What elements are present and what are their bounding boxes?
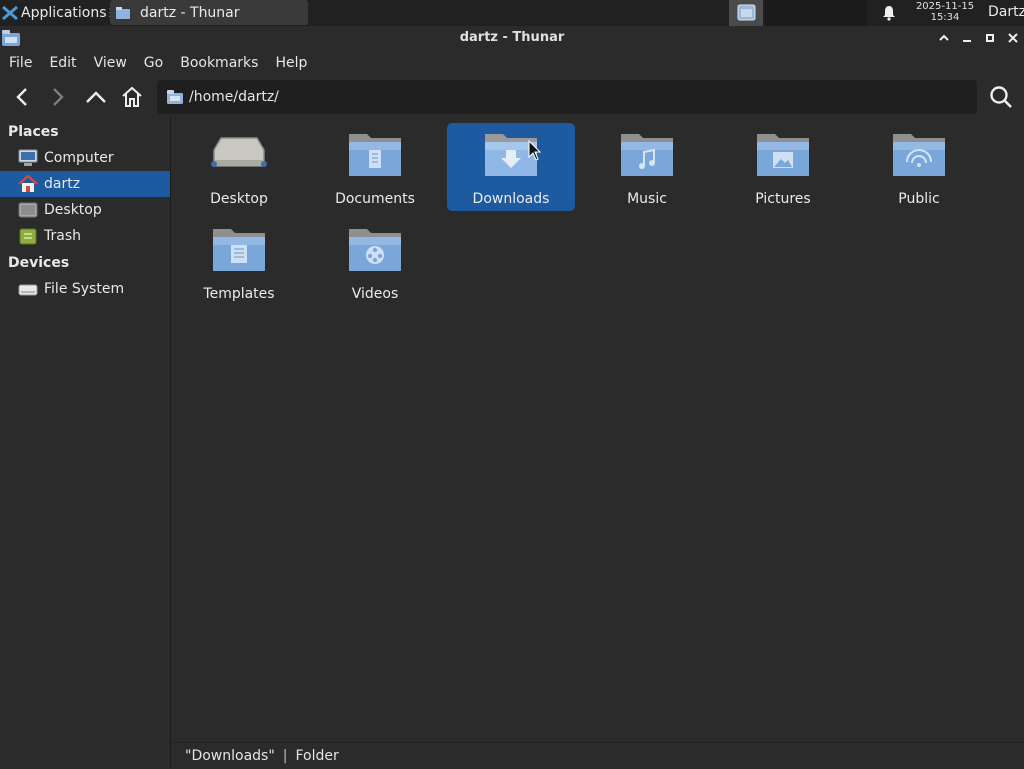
home-button[interactable] xyxy=(119,84,145,110)
sidebar-item-label: dartz xyxy=(44,176,81,192)
menu-help[interactable]: Help xyxy=(275,55,307,71)
sidebar-item-dartz[interactable]: dartz xyxy=(0,171,170,197)
parent-folder-button[interactable] xyxy=(83,84,109,110)
folder-item-public[interactable]: Public xyxy=(855,123,983,211)
home-icon xyxy=(18,175,38,193)
minimize-icon xyxy=(963,40,971,42)
sidebar-item-label: File System xyxy=(44,281,125,297)
folder-name: Templates xyxy=(203,286,275,302)
clock[interactable]: 2025-11-15 15:34 xyxy=(906,1,984,23)
menu-view[interactable]: View xyxy=(94,55,127,71)
location-bar[interactable]: /home/dartz/ xyxy=(157,80,977,114)
maximize-button[interactable] xyxy=(981,29,999,47)
applications-menu-button[interactable]: Applications ☰ xyxy=(0,0,119,26)
devices-header: Devices xyxy=(8,255,70,271)
drive-icon xyxy=(18,280,38,298)
sidebar: Places Computer dartz Desktop Trash Devi… xyxy=(0,117,171,768)
xfce-logo-icon xyxy=(2,5,18,21)
applications-label: Applications xyxy=(21,5,107,21)
toolbar: /home/dartz/ xyxy=(0,78,1024,116)
maximize-icon xyxy=(986,34,994,42)
close-icon xyxy=(1008,33,1018,43)
pictures-folder-icon xyxy=(757,134,809,176)
menu-file[interactable]: File xyxy=(9,55,32,71)
folder-item-music[interactable]: Music xyxy=(583,123,711,211)
menu-bookmarks[interactable]: Bookmarks xyxy=(180,55,258,71)
search-button[interactable] xyxy=(986,84,1016,110)
documents-folder-icon xyxy=(349,134,401,176)
back-button[interactable] xyxy=(9,84,35,110)
icon-view[interactable]: Desktop Documents Downloads Music Pictur… xyxy=(171,117,1024,742)
sidebar-item-label: Computer xyxy=(44,150,114,166)
folder-item-pictures[interactable]: Pictures xyxy=(719,123,847,211)
folder-icon xyxy=(167,90,183,104)
chevron-up-icon xyxy=(939,34,949,41)
desktop-folder-icon xyxy=(211,137,267,167)
search-icon xyxy=(990,86,1012,108)
workspace-4[interactable] xyxy=(833,0,867,26)
menu-go[interactable]: Go xyxy=(144,55,163,71)
sidebar-item-label: Desktop xyxy=(44,202,102,218)
sidebar-item-computer[interactable]: Computer xyxy=(0,145,170,171)
computer-icon xyxy=(18,149,38,167)
music-folder-icon xyxy=(621,134,673,176)
status-selection: "Downloads" xyxy=(185,748,275,764)
workspace-2[interactable] xyxy=(765,0,799,26)
status-bar: "Downloads" | Folder xyxy=(171,742,1024,769)
videos-folder-icon xyxy=(349,229,401,271)
folder-name: Pictures xyxy=(755,191,811,207)
folder-name: Music xyxy=(627,191,667,207)
taskbar-label: dartz - Thunar xyxy=(140,4,240,21)
clock-date: 2025-11-15 xyxy=(915,1,975,12)
folder-item-templates[interactable]: Templates xyxy=(175,218,303,306)
user-menu[interactable]: Dartz xyxy=(988,4,1024,20)
menu-bar: File Edit View Go Bookmarks Help xyxy=(0,51,1024,75)
folder-item-desktop[interactable]: Desktop xyxy=(175,123,303,211)
folder-name: Desktop xyxy=(210,191,268,207)
window-title: dartz - Thunar xyxy=(459,30,565,45)
status-type: Folder xyxy=(295,748,339,764)
sidebar-item-file-system[interactable]: File System xyxy=(0,276,170,302)
clock-time: 15:34 xyxy=(930,12,960,23)
folder-name: Downloads xyxy=(472,191,550,207)
public-folder-icon xyxy=(893,134,945,176)
folder-item-videos[interactable]: Videos xyxy=(311,218,439,306)
folder-item-documents[interactable]: Documents xyxy=(311,123,439,211)
home-icon xyxy=(122,86,142,107)
sidebar-item-desktop[interactable]: Desktop xyxy=(0,197,170,223)
minimize-button[interactable] xyxy=(958,29,976,47)
window-titlebar[interactable]: dartz - Thunar xyxy=(0,26,1024,50)
menu-edit[interactable]: Edit xyxy=(49,55,76,71)
location-path: /home/dartz/ xyxy=(189,89,279,105)
close-button[interactable] xyxy=(1004,29,1022,47)
desktop-icon xyxy=(18,201,38,219)
sidebar-item-label: Trash xyxy=(44,228,81,244)
taskbar-button-thunar[interactable]: dartz - Thunar xyxy=(110,0,308,25)
back-arrow-icon xyxy=(16,88,27,106)
folder-name: Public xyxy=(898,191,940,207)
forward-arrow-icon xyxy=(53,88,64,106)
places-header: Places xyxy=(8,124,59,140)
forward-button[interactable] xyxy=(45,84,71,110)
trash-icon xyxy=(18,227,38,245)
top-panel: Applications ☰ dartz - Thunar 2025-11-15… xyxy=(0,0,1024,26)
mouse-pointer-icon xyxy=(528,140,542,161)
status-separator: | xyxy=(282,748,288,764)
folder-item-downloads[interactable]: Downloads xyxy=(447,123,575,211)
up-arrow-icon xyxy=(86,91,106,103)
folder-icon xyxy=(116,6,130,19)
workspace-1[interactable] xyxy=(729,0,763,26)
templates-folder-icon xyxy=(213,229,265,271)
shade-button[interactable] xyxy=(935,29,953,47)
folder-name: Documents xyxy=(335,191,415,207)
folder-name: Videos xyxy=(351,286,399,302)
notification-bell-icon[interactable] xyxy=(881,5,897,21)
sidebar-item-trash[interactable]: Trash xyxy=(0,223,170,249)
workspace-3[interactable] xyxy=(799,0,833,26)
window-thumbnail-icon xyxy=(737,4,756,21)
